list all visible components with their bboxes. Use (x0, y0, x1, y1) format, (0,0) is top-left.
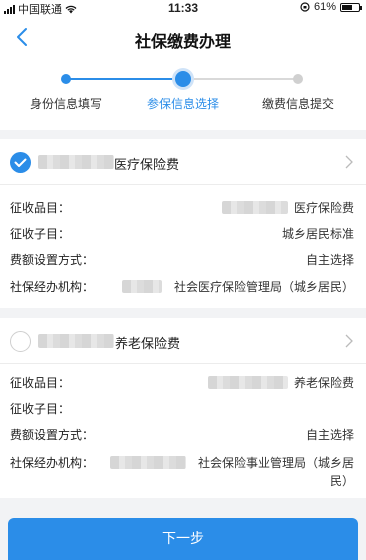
step-dot-2 (175, 71, 191, 87)
redacted-region-text (122, 280, 162, 293)
insurance-card-medical[interactable]: 医疗保险费 征收品目： 医疗保险费 征收子目： 城乡居民标准 费额设置方式： 自… (0, 139, 366, 308)
redacted-region-text (208, 376, 288, 389)
insurance-card-pension[interactable]: 养老保险费 征收品目： 养老保险费 征收子目： 费额设置方式： 自主选择 社保经… (0, 318, 366, 498)
checkbox-checked-icon[interactable] (10, 152, 31, 173)
step-label-1: 身份信息填写 (29, 97, 103, 111)
page-title: 社保缴费办理 (134, 34, 231, 51)
detail-row: 征收子目： 城乡居民标准 (10, 227, 354, 241)
card-title: 养老保险费 (115, 336, 181, 351)
detail-row: 社保经办机构： 社会保险事业管理局（城乡居 民） (10, 456, 354, 488)
status-bar: 中国联通 11:33 61% (0, 0, 366, 16)
battery-icon (340, 2, 362, 12)
next-step-button[interactable]: 下一步 (8, 518, 358, 560)
step-label-3: 缴费信息提交 (261, 97, 335, 111)
detail-row: 征收子目： (10, 402, 71, 416)
chevron-right-icon[interactable] (344, 334, 354, 348)
step-dot-3 (293, 74, 303, 84)
redacted-region-text (110, 456, 186, 469)
step-progress: 身份信息填写 参保信息选择 缴费信息提交 (0, 60, 366, 130)
redacted-region-text (38, 334, 114, 348)
step-label-2: 参保信息选择 (146, 97, 220, 111)
chevron-right-icon[interactable] (344, 155, 354, 169)
detail-row: 费额设置方式： 自主选择 (10, 253, 354, 267)
checkbox-unchecked-icon[interactable] (10, 331, 31, 352)
card-title: 医疗保险费 (114, 157, 180, 172)
redacted-region-text (38, 155, 114, 169)
detail-row: 社保经办机构： 社会医疗保险管理局（城乡居民） (10, 280, 354, 294)
battery-percent: 61% (313, 1, 336, 13)
detail-row: 征收品目： 医疗保险费 (10, 201, 354, 215)
redacted-region-text (222, 201, 288, 214)
card-header[interactable]: 养老保险费 (0, 318, 366, 364)
orientation-lock-icon (300, 2, 310, 12)
card-header[interactable]: 医疗保险费 (0, 139, 366, 185)
step-dot-1 (61, 74, 71, 84)
detail-row: 费额设置方式： 自主选择 (10, 428, 354, 442)
step-line-done (66, 78, 182, 80)
nav-header: 社保缴费办理 (0, 16, 366, 60)
detail-row: 征收品目： 养老保险费 (10, 376, 354, 390)
step-line-pending (184, 78, 298, 80)
